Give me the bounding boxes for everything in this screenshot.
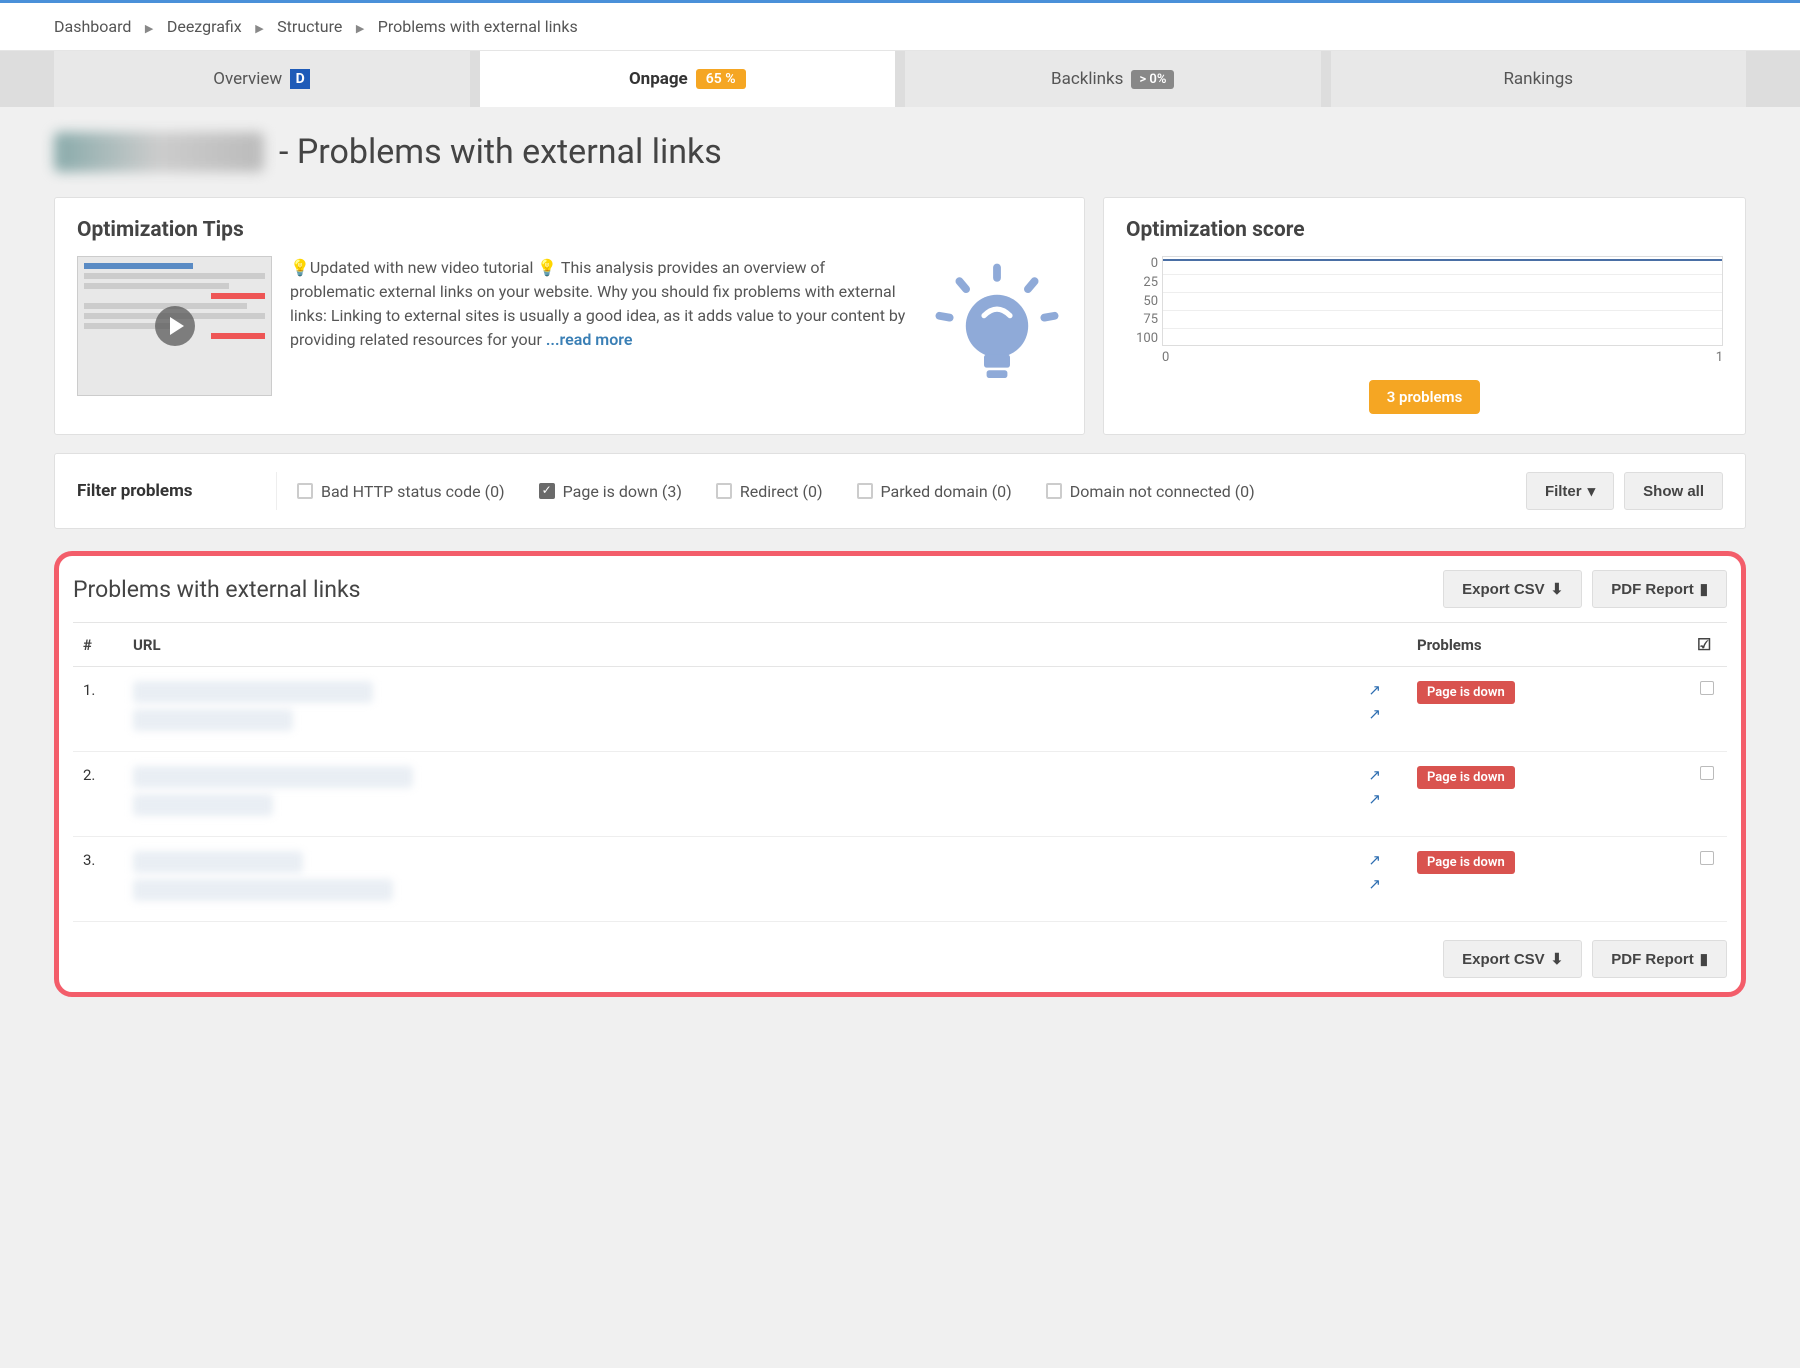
- funnel-icon: ▾: [1588, 482, 1596, 500]
- row-checkbox[interactable]: [1700, 766, 1714, 780]
- url-blurred[interactable]: [133, 766, 413, 788]
- external-link-icon[interactable]: ↗: [1368, 705, 1381, 723]
- export-csv-button[interactable]: Export CSV ⬇: [1443, 570, 1582, 608]
- tab-overview[interactable]: Overview D: [54, 51, 470, 107]
- optimization-tips-card: Optimization Tips �: [54, 197, 1085, 435]
- x-tick: 0: [1162, 350, 1169, 365]
- tab-overview-label: Overview: [213, 69, 282, 89]
- filter-label: Filter problems: [77, 472, 277, 510]
- filter-bad-http[interactable]: Bad HTTP status code (0): [297, 482, 505, 501]
- external-link-icon[interactable]: ↗: [1368, 875, 1381, 893]
- main-tabs: Overview D Onpage 65 % Backlinks > 0% Ra…: [0, 51, 1800, 107]
- breadcrumb-project[interactable]: Deezgrafix: [167, 17, 242, 36]
- pdf-report-button[interactable]: PDF Report ▮: [1592, 570, 1727, 608]
- problems-table-highlight: Problems with external links Export CSV …: [54, 551, 1746, 997]
- problems-table: # URL Problems ☑ 1.: [73, 622, 1727, 922]
- video-thumbnail[interactable]: [77, 256, 272, 396]
- row-checkbox[interactable]: [1700, 851, 1714, 865]
- chevron-right-icon: ▶: [356, 22, 364, 35]
- score-heading: Optimization score: [1126, 218, 1723, 242]
- tips-heading: Optimization Tips: [77, 218, 1062, 242]
- url-blurred[interactable]: [133, 681, 373, 703]
- onpage-badge: 65 %: [696, 69, 746, 89]
- col-select-all[interactable]: ☑: [1687, 623, 1727, 667]
- external-link-icon[interactable]: ↗: [1368, 766, 1381, 784]
- y-tick: 0: [1126, 256, 1158, 271]
- breadcrumb-structure[interactable]: Structure: [277, 17, 342, 36]
- x-tick: 1: [1716, 350, 1723, 365]
- y-tick: 75: [1126, 312, 1158, 327]
- tab-rankings[interactable]: Rankings: [1331, 51, 1747, 107]
- filter-button[interactable]: Filter ▾: [1526, 472, 1614, 510]
- read-more-link[interactable]: ...read more: [546, 330, 633, 349]
- row-number: 3.: [73, 837, 123, 922]
- breadcrumb: Dashboard ▶ Deezgrafix ▶ Structure ▶ Pro…: [0, 3, 1800, 51]
- download-icon: ⬇: [1551, 950, 1564, 968]
- url-blurred[interactable]: [133, 851, 303, 873]
- show-all-button[interactable]: Show all: [1624, 472, 1723, 510]
- pdf-report-button-bottom[interactable]: PDF Report ▮: [1592, 940, 1727, 978]
- external-link-icon[interactable]: ↗: [1368, 790, 1381, 808]
- export-csv-button-bottom[interactable]: Export CSV ⬇: [1443, 940, 1582, 978]
- problem-badge: Page is down: [1417, 681, 1515, 704]
- col-url[interactable]: URL: [123, 623, 1407, 667]
- filter-redirect[interactable]: Redirect (0): [716, 482, 823, 501]
- optimization-score-card: Optimization score 0 25 50 75 100 0 1 3 …: [1103, 197, 1746, 435]
- play-icon: [155, 306, 195, 346]
- filter-panel: Filter problems Bad HTTP status code (0)…: [54, 453, 1746, 529]
- tab-rankings-label: Rankings: [1503, 69, 1573, 89]
- document-icon: ▮: [1700, 950, 1708, 968]
- tips-text: 💡Updated with new video tutorial 💡 This …: [290, 256, 914, 396]
- backlinks-badge: > 0%: [1131, 70, 1174, 89]
- external-link-icon[interactable]: ↗: [1368, 681, 1381, 699]
- y-tick: 100: [1126, 331, 1158, 346]
- filter-page-down[interactable]: Page is down (3): [539, 482, 682, 501]
- table-row: 1. ↗ ↗: [73, 667, 1727, 752]
- col-number[interactable]: #: [73, 623, 123, 667]
- url-blurred[interactable]: [133, 709, 293, 731]
- tab-onpage[interactable]: Onpage 65 %: [480, 51, 896, 107]
- check-all-icon: ☑: [1697, 635, 1711, 654]
- table-row: 2. ↗ ↗: [73, 752, 1727, 837]
- breadcrumb-current: Problems with external links: [378, 17, 578, 36]
- page-title: - Problems with external links: [279, 132, 722, 172]
- y-tick: 25: [1126, 275, 1158, 290]
- download-icon: ⬇: [1551, 580, 1564, 598]
- row-number: 2.: [73, 752, 123, 837]
- url-blurred[interactable]: [133, 879, 393, 901]
- d-logo-icon: D: [290, 69, 310, 89]
- site-name-blurred: [54, 132, 264, 172]
- tab-backlinks-label: Backlinks: [1051, 69, 1123, 89]
- chevron-right-icon: ▶: [255, 22, 263, 35]
- url-blurred[interactable]: [133, 794, 273, 816]
- problems-count-badge: 3 problems: [1369, 380, 1481, 414]
- external-link-icon[interactable]: ↗: [1368, 851, 1381, 869]
- problem-badge: Page is down: [1417, 766, 1515, 789]
- y-tick: 50: [1126, 294, 1158, 309]
- table-title: Problems with external links: [73, 576, 360, 603]
- page-title-row: - Problems with external links: [54, 132, 1746, 172]
- breadcrumb-dashboard[interactable]: Dashboard: [54, 17, 131, 36]
- chevron-right-icon: ▶: [145, 22, 153, 35]
- row-checkbox[interactable]: [1700, 681, 1714, 695]
- row-number: 1.: [73, 667, 123, 752]
- filter-not-connected[interactable]: Domain not connected (0): [1046, 482, 1255, 501]
- document-icon: ▮: [1700, 580, 1708, 598]
- col-problems[interactable]: Problems: [1407, 623, 1687, 667]
- problem-badge: Page is down: [1417, 851, 1515, 874]
- lightbulb-icon: [932, 256, 1062, 396]
- score-chart: 0 25 50 75 100 0 1: [1126, 256, 1723, 366]
- tab-onpage-label: Onpage: [629, 69, 688, 89]
- filter-parked[interactable]: Parked domain (0): [857, 482, 1012, 501]
- tab-backlinks[interactable]: Backlinks > 0%: [905, 51, 1321, 107]
- table-row: 3. ↗ ↗: [73, 837, 1727, 922]
